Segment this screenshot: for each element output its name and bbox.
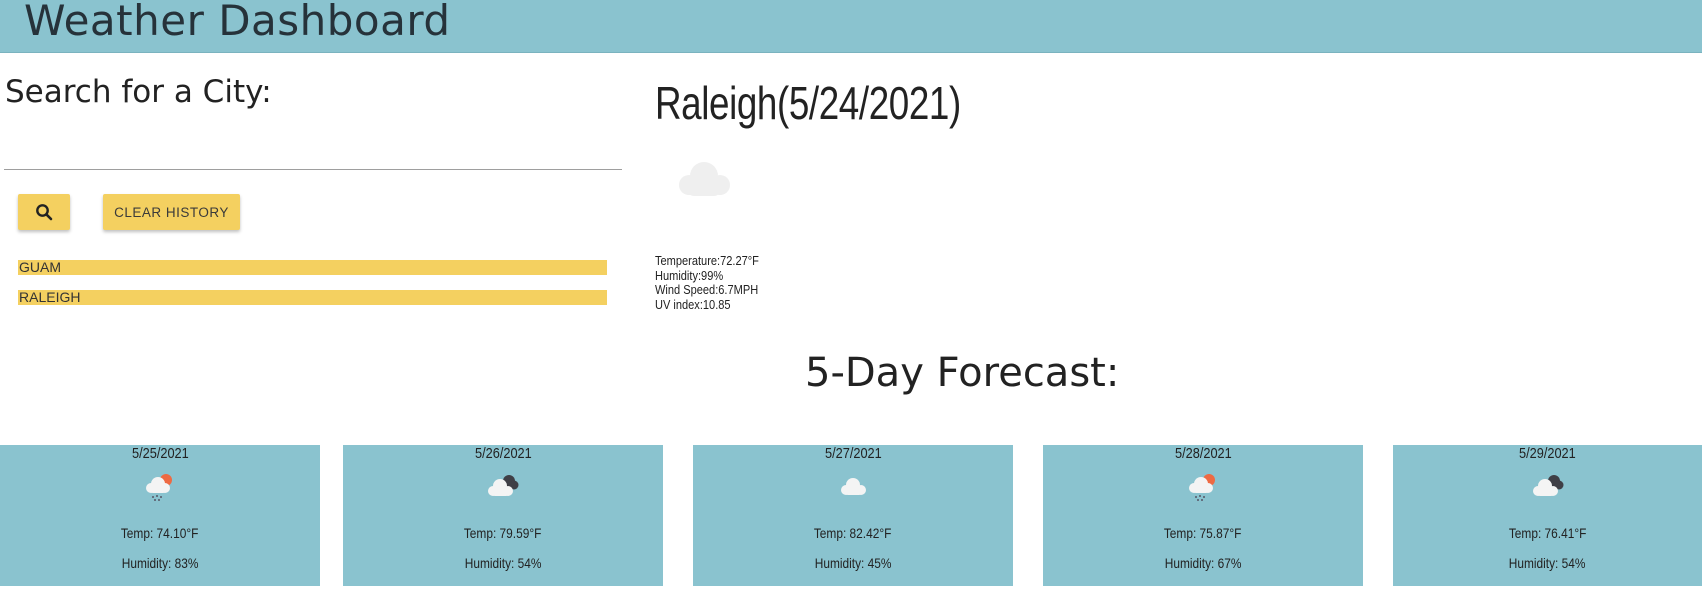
search-button[interactable] <box>18 194 70 230</box>
history-item-guam[interactable]: GUAM <box>18 260 607 275</box>
current-temperature: Temperature:72.27°F <box>655 253 759 268</box>
current-wind-speed: Wind Speed:6.7MPH <box>655 282 759 297</box>
broken-clouds-icon <box>483 470 523 509</box>
forecast-date: 5/29/2021 <box>1519 445 1576 462</box>
forecast-date: 5/27/2021 <box>824 445 882 462</box>
current-stats: Temperature:72.27°F Humidity:99% Wind Sp… <box>655 253 759 312</box>
forecast-humidity: Humidity: 67% <box>1164 555 1242 571</box>
forecast-temp: Temp: 75.87°F <box>1164 525 1242 541</box>
sun-rain-cloud-icon <box>140 470 180 509</box>
history-item-raleigh[interactable]: RALEIGH <box>18 290 607 305</box>
forecast-card: 5/28/2021 Temp: 75.87°F Humidity: 67% <box>1043 445 1363 586</box>
forecast-temp: Temp: 79.59°F <box>464 525 542 541</box>
forecast-humidity: Humidity: 45% <box>814 555 892 571</box>
forecast-humidity: Humidity: 54% <box>464 555 542 571</box>
forecast-temp: Temp: 82.42°F <box>814 525 892 541</box>
sun-rain-cloud-icon <box>1183 470 1223 509</box>
cloud-icon <box>833 470 873 509</box>
clear-history-button[interactable]: CLEAR HISTORY <box>103 194 240 230</box>
current-city-title: Raleigh(5/24/2021) <box>655 77 961 129</box>
cloud-icon <box>672 158 736 204</box>
search-title: Search for a City: <box>5 74 272 110</box>
forecast-card: 5/26/2021 Temp: 79.59°F Humidity: 54% <box>343 445 663 586</box>
current-uv-index: UV index:10.85 <box>655 296 731 312</box>
forecast-date: 5/26/2021 <box>474 445 532 462</box>
broken-clouds-icon <box>1528 470 1568 509</box>
page-title: Weather Dashboard <box>24 0 451 45</box>
forecast-temp: Temp: 76.41°F <box>1508 525 1587 541</box>
header-bar: Weather Dashboard <box>0 0 1702 53</box>
forecast-humidity: Humidity: 83% <box>121 555 199 571</box>
city-search-input[interactable] <box>4 135 622 170</box>
forecast-temp: Temp: 74.10°F <box>121 525 199 541</box>
forecast-title: 5-Day Forecast: <box>805 350 1120 396</box>
current-humidity: Humidity:99% <box>655 267 724 283</box>
forecast-date: 5/25/2021 <box>131 445 189 462</box>
forecast-card: 5/29/2021 Temp: 76.41°F Humidity: 54% <box>1393 445 1702 586</box>
forecast-card: 5/25/2021 Temp: 74.10°F Humidity: 83% <box>0 445 320 586</box>
search-icon <box>36 204 53 221</box>
forecast-card: 5/27/2021 Temp: 82.42°F Humidity: 45% <box>693 445 1013 586</box>
forecast-date: 5/28/2021 <box>1174 445 1232 462</box>
forecast-humidity: Humidity: 54% <box>1509 555 1586 571</box>
